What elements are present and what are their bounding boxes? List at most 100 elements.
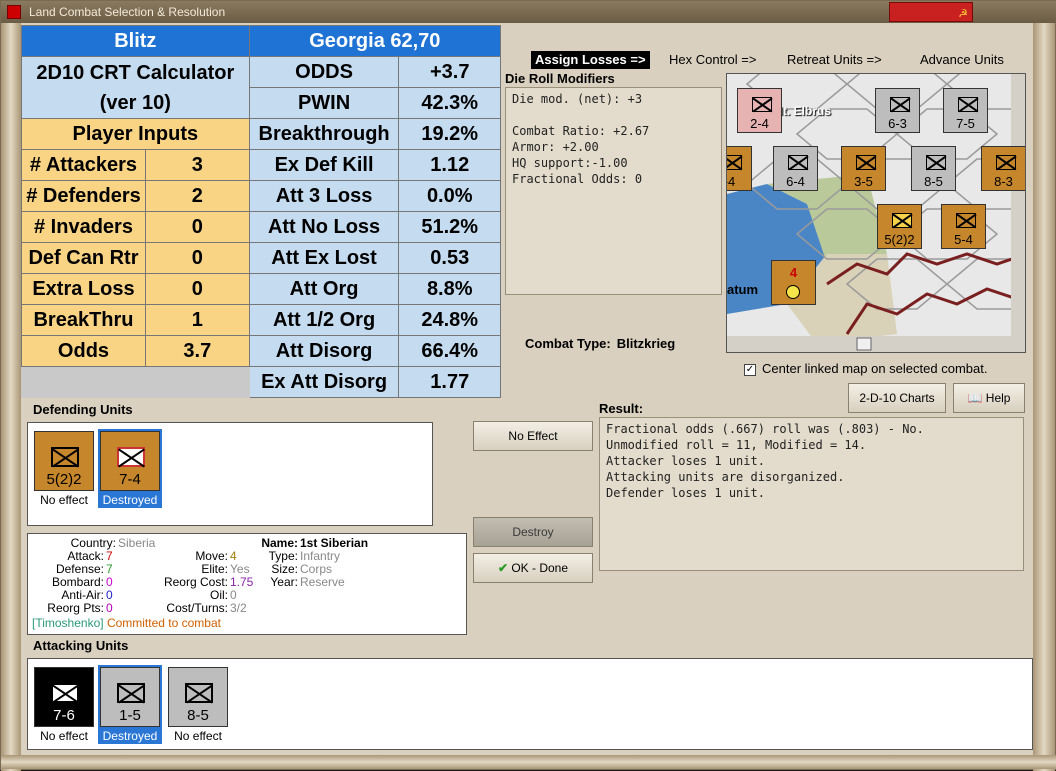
unit-status: No effect xyxy=(40,729,88,743)
infantry-icon xyxy=(752,97,772,112)
calc-left-title: Blitz xyxy=(21,25,250,57)
map-counter[interactable]: 4 xyxy=(771,260,816,305)
input-value[interactable]: 0 xyxy=(144,211,250,243)
help-button[interactable]: 📖 Help xyxy=(953,383,1025,413)
map-counter[interactable]: 6-3 xyxy=(875,88,920,133)
center-map-checkbox[interactable]: ✓ xyxy=(744,363,756,376)
name-value: 1st Siberian xyxy=(300,536,369,550)
input-value[interactable]: 0 xyxy=(144,242,250,274)
result-label: ODDS xyxy=(248,56,400,88)
calc-subtitle-1: 2D10 CRT Calculator xyxy=(36,61,235,84)
result-value: 24.8% xyxy=(398,304,501,336)
calc-table: Blitz Georgia 62,70 2D10 CRT Calculator … xyxy=(21,25,502,398)
attack-value: 7 xyxy=(106,549,113,563)
die-roll-title: Die Roll Modifiers xyxy=(505,71,615,86)
attacking-unit[interactable]: 1-5 Destroyed xyxy=(98,665,162,744)
unit-counter: 5(2)2 xyxy=(34,431,94,491)
combat-type-value: Blitzkrieg xyxy=(616,336,676,351)
retreat-units-tab[interactable]: Retreat Units => xyxy=(787,51,882,69)
result-label: Breakthrough xyxy=(248,118,400,150)
center-map-option[interactable]: ✓ Center linked map on selected combat. xyxy=(744,361,987,376)
unit-counter: 1-5 xyxy=(98,665,162,729)
infantry-icon xyxy=(788,155,808,170)
result-header: Result: xyxy=(599,401,644,416)
unit-counter: 7-4 xyxy=(98,429,162,493)
map-counter[interactable]: 3-5 xyxy=(841,146,886,191)
map-counter[interactable]: 2-4 xyxy=(737,88,782,133)
map-counter[interactable]: 5-4 xyxy=(941,204,986,249)
infantry-icon xyxy=(926,155,946,170)
result-value: 0.53 xyxy=(398,242,501,274)
input-label: # Attackers xyxy=(21,149,146,181)
center-map-label: Center linked map on selected combat. xyxy=(762,361,988,376)
defending-unit[interactable]: 7-4 Destroyed xyxy=(98,429,162,508)
die-roll-line: Fractional Odds: 0 xyxy=(512,172,643,186)
result-label: Att No Loss xyxy=(248,211,400,243)
counter-value: 8-3 xyxy=(994,174,1013,189)
result-label: Ex Att Disorg xyxy=(248,366,400,398)
cost-label: Cost/Turns: xyxy=(166,601,228,615)
charts-button[interactable]: 2-D-10 Charts xyxy=(848,383,946,413)
assign-losses-tab[interactable]: Assign Losses => xyxy=(531,51,650,69)
mini-map[interactable]: Mt. Elbrus atum 2-4 6-3 7-5 -4 6-4 3-5 8… xyxy=(726,73,1026,353)
counter-value: 5(2)2 xyxy=(884,232,915,247)
die-roll-line: Die mod. (net): +3 xyxy=(512,92,643,106)
type-label: Type: xyxy=(268,549,298,563)
size-label: Size: xyxy=(271,562,298,576)
input-label: Extra Loss xyxy=(21,273,146,305)
unit-status: Destroyed xyxy=(98,729,162,744)
map-counter[interactable]: 6-4 xyxy=(773,146,818,191)
input-value[interactable]: 3 xyxy=(144,149,250,181)
result-value: 1.77 xyxy=(398,366,501,398)
help-button-label: Help xyxy=(985,391,1011,405)
unit-status: No effect xyxy=(174,729,222,743)
left-frame xyxy=(1,23,21,771)
die-roll-line: HQ support:-1.00 xyxy=(512,156,628,170)
map-counter-selected[interactable]: 5(2)2 xyxy=(877,204,922,249)
input-value[interactable]: 1 xyxy=(144,304,250,336)
result-value: 8.8% xyxy=(398,273,501,305)
calc-right-title: Georgia 62,70 xyxy=(248,25,502,57)
defending-unit[interactable]: 5(2)2 No effect xyxy=(32,431,96,508)
combat-window: Land Combat Selection & Resolution ☭ Bli… xyxy=(0,0,1056,771)
input-value[interactable]: 0 xyxy=(144,273,250,305)
check-icon: ✔ xyxy=(497,561,508,575)
reorg-cost-label: Reorg Cost: xyxy=(163,575,228,589)
destroy-button[interactable]: Destroy xyxy=(473,517,593,547)
counter-value: 6-4 xyxy=(786,174,805,189)
infantry-icon xyxy=(117,447,145,467)
attacking-unit[interactable]: 8-5 No effect xyxy=(166,667,230,744)
advance-units-tab[interactable]: Advance Units xyxy=(920,51,1004,69)
size-value: Corps xyxy=(300,562,333,576)
die-roll-line: Armor: +2.00 xyxy=(512,140,599,154)
hex-control-tab[interactable]: Hex Control => xyxy=(669,51,756,69)
bottom-frame xyxy=(1,755,1056,769)
attacking-units-header: Attacking Units xyxy=(33,638,129,653)
ok-done-button[interactable]: ✔ OK - Done xyxy=(473,553,593,583)
ok-done-label: OK - Done xyxy=(511,561,569,575)
map-counter[interactable]: 8-5 xyxy=(911,146,956,191)
map-counter[interactable]: -4 xyxy=(727,146,752,191)
attacking-unit[interactable]: 7-6 No effect xyxy=(32,667,96,744)
infantry-icon xyxy=(51,683,79,703)
defense-value: 7 xyxy=(106,562,113,576)
combat-type-label: Combat Type: xyxy=(525,336,611,351)
counter-value: 7-5 xyxy=(956,116,975,131)
input-value[interactable]: 2 xyxy=(144,180,250,212)
map-counter[interactable]: 7-5 xyxy=(943,88,988,133)
input-label: # Defenders xyxy=(21,180,146,212)
map-counter[interactable]: 8-3 xyxy=(981,146,1025,191)
close-button[interactable]: ☭ xyxy=(889,2,973,22)
year-value: Reserve xyxy=(300,575,345,589)
input-value[interactable]: 3.7 xyxy=(144,335,250,367)
counter-value: 8-5 xyxy=(924,174,943,189)
result-label: Att Ex Lost xyxy=(248,242,400,274)
die-roll-line xyxy=(512,107,715,123)
counter-value: 5-4 xyxy=(954,232,973,247)
result-label: Ex Def Kill xyxy=(248,149,400,181)
no-effect-button[interactable]: No Effect xyxy=(473,421,593,451)
infantry-icon xyxy=(51,447,79,467)
antiair-value: 0 xyxy=(106,588,113,602)
result-value: 19.2% xyxy=(398,118,501,150)
attacking-units-list: 7-6 No effect 1-5 Destroyed 8-5 No effec… xyxy=(27,658,1033,750)
